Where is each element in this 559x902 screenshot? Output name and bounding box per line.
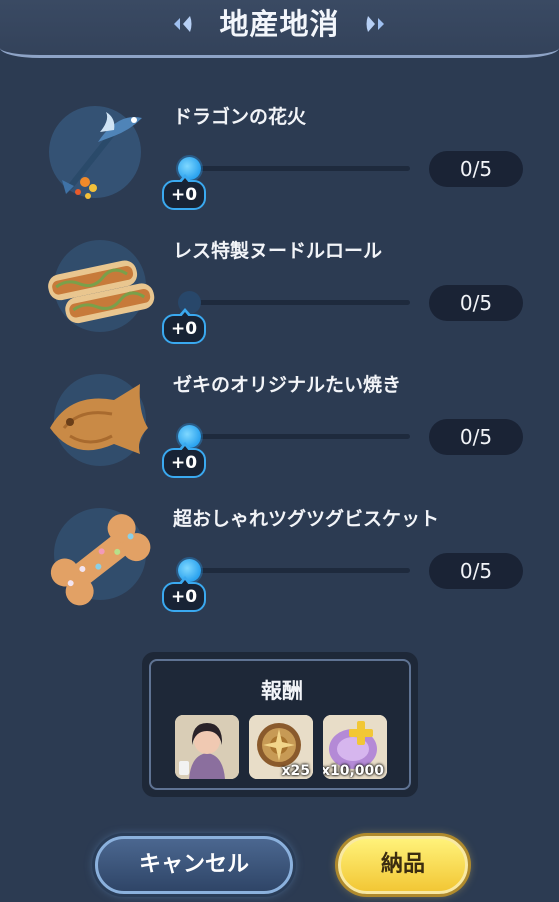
item-name: ドラゴンの花火 bbox=[173, 106, 307, 128]
character-portrait-icon bbox=[175, 715, 239, 779]
delta-badge: +0 bbox=[162, 442, 206, 478]
header-bar: 地産地消 bbox=[0, 0, 559, 58]
delta-badge: +0 bbox=[162, 576, 206, 612]
item-name: レス特製ヌードルロール bbox=[173, 240, 383, 262]
reward-title: 報酬 bbox=[261, 679, 303, 703]
sparkle-right-icon bbox=[366, 16, 384, 32]
delivery-row: レス特製ヌードルロール +0 0/5 bbox=[0, 236, 559, 366]
reward-frame: 報酬 x25 x10,000 bbox=[149, 659, 411, 790]
slider-track[interactable] bbox=[184, 166, 410, 171]
dragon-firework-icon bbox=[49, 106, 142, 199]
page-title: 地産地消 bbox=[219, 7, 340, 41]
submit-button[interactable]: 納品 bbox=[338, 836, 468, 894]
item-name: ゼキのオリジナルたい焼き bbox=[173, 374, 402, 396]
reward-item[interactable]: x25 bbox=[249, 715, 313, 779]
quantity-count: 0/5 bbox=[429, 419, 523, 455]
quantity-count: 0/5 bbox=[429, 285, 523, 321]
slider-track[interactable] bbox=[184, 300, 410, 305]
reward-item[interactable] bbox=[175, 715, 239, 779]
reward-item[interactable]: x10,000 bbox=[323, 715, 387, 779]
bone-biscuit-icon bbox=[50, 508, 151, 606]
item-name: 超おしゃれツグツグビスケット bbox=[173, 508, 440, 530]
delivery-row: ドラゴンの花火 +0 0/5 bbox=[0, 102, 559, 232]
cancel-button[interactable]: キャンセル bbox=[95, 836, 293, 894]
quantity-count: 0/5 bbox=[429, 553, 523, 589]
quantity-slider[interactable] bbox=[178, 152, 410, 184]
slider-track[interactable] bbox=[184, 434, 410, 439]
slider-track[interactable] bbox=[184, 568, 410, 573]
quantity-count: 0/5 bbox=[429, 151, 523, 187]
reward-qty: x10,000 bbox=[323, 763, 384, 779]
delivery-row: 超おしゃれツグツグビスケット +0 0/5 bbox=[0, 504, 559, 634]
noodle-roll-icon bbox=[48, 240, 155, 332]
reward-panel: 報酬 x25 x10,000 bbox=[142, 652, 418, 797]
reward-qty: x25 bbox=[281, 763, 310, 779]
delivery-row: ゼキのオリジナルたい焼き +0 0/5 bbox=[0, 370, 559, 500]
quantity-slider[interactable] bbox=[178, 286, 410, 318]
taiyaki-icon bbox=[50, 374, 148, 466]
delta-badge: +0 bbox=[162, 174, 206, 210]
delta-badge: +0 bbox=[162, 308, 206, 344]
quantity-slider[interactable] bbox=[178, 554, 410, 586]
quantity-slider[interactable] bbox=[178, 420, 410, 452]
